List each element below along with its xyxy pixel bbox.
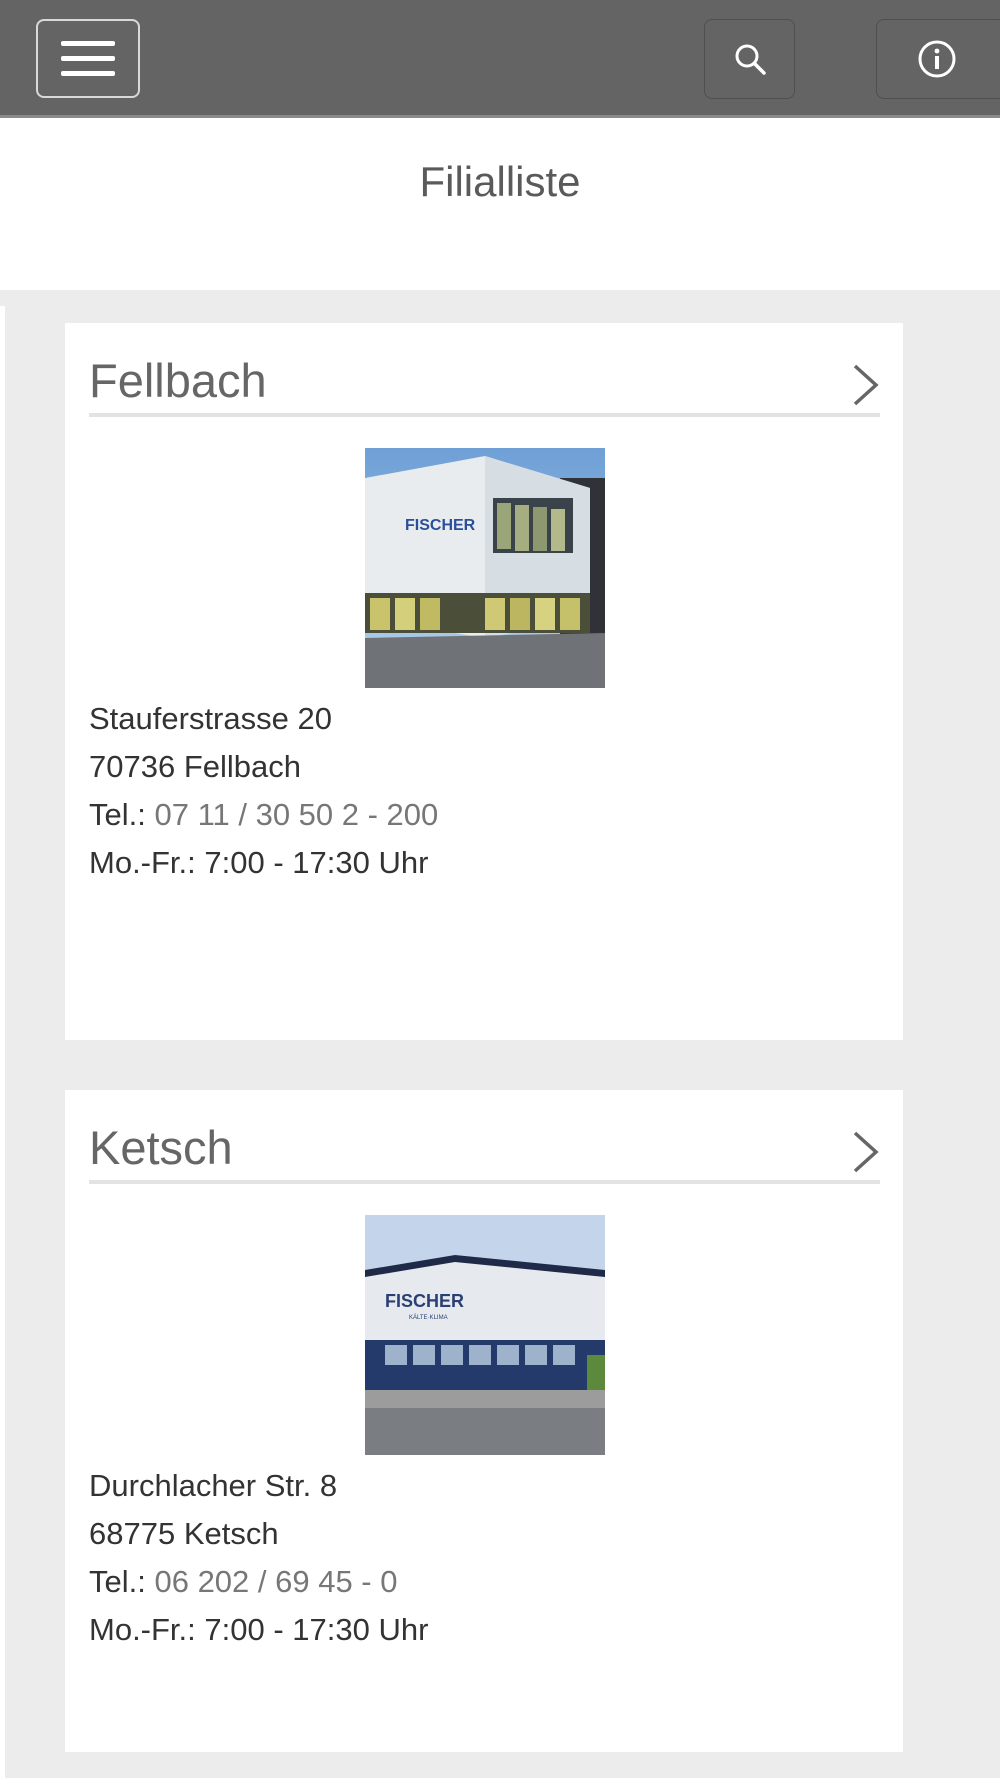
branch-card-header[interactable]: Fellbach [89,357,880,417]
page-title: Filialliste [419,158,581,205]
branch-phone-line: Tel.: 07 11 / 30 50 2 - 200 [89,791,438,839]
branch-street: Stauferstrasse 20 [89,701,332,736]
page-header: Filialliste [0,118,1000,290]
phone-link[interactable]: 07 11 / 30 50 2 - 200 [154,797,438,832]
photo-sign-text: FISCHER [405,517,476,534]
hamburger-menu-icon [61,41,115,46]
search-button[interactable] [704,19,795,99]
chevron-right-icon[interactable] [850,361,880,409]
phone-label: Tel.: [89,797,155,832]
branch-details: Stauferstrasse 20 70736 Fellbach Tel.: 0… [89,695,438,887]
info-icon [918,40,956,78]
branch-hours: Mo.-Fr.: 7:00 - 17:30 Uhr [89,845,429,880]
search-icon [735,44,766,75]
branch-name: Fellbach [89,354,267,407]
phone-link[interactable]: 06 202 / 69 45 - 0 [154,1564,397,1599]
menu-button[interactable] [36,19,140,98]
branch-card-ketsch: Ketsch FISCHER KÄLTE·KLIMA Durchlacher S… [65,1090,903,1752]
hamburger-menu-icon-line [61,56,115,61]
branch-street: Durchlacher Str. 8 [89,1468,338,1503]
branch-details: Durchlacher Str. 8 68775 Ketsch Tel.: 06… [89,1462,428,1654]
branch-phone-line: Tel.: 06 202 / 69 45 - 0 [89,1558,428,1606]
branch-city: 68775 Ketsch [89,1516,279,1551]
hamburger-menu-icon-line [61,71,115,76]
photo-subsign-text: KÄLTE·KLIMA [409,1314,448,1321]
top-app-bar [0,0,1000,118]
branch-city: 70736 Fellbach [89,749,301,784]
phone-label: Tel.: [89,1564,155,1599]
branch-card-fellbach: Fellbach FISCHER Stauferstrasse 20 70736… [65,323,903,1040]
branch-name: Ketsch [89,1121,233,1174]
left-edge-divider [0,306,5,1778]
branch-hours: Mo.-Fr.: 7:00 - 17:30 Uhr [89,1612,429,1647]
photo-sign-text: FISCHER [385,1291,464,1311]
info-button[interactable] [876,19,1000,99]
branch-photo: FISCHER [365,448,605,688]
branch-card-header[interactable]: Ketsch [89,1124,880,1184]
chevron-right-icon[interactable] [850,1128,880,1176]
branch-photo: FISCHER KÄLTE·KLIMA [365,1215,605,1455]
